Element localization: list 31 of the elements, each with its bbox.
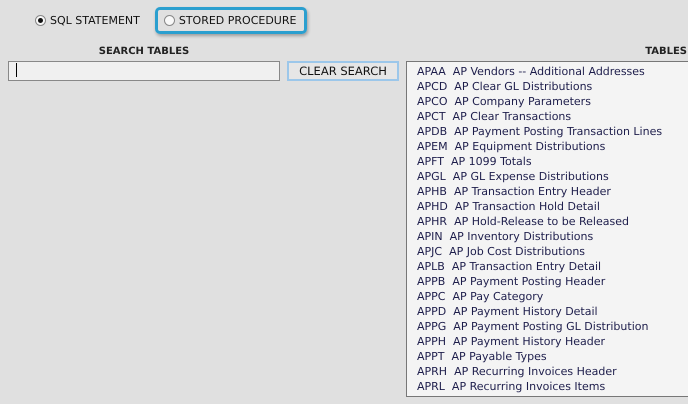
table-list-item[interactable]: APPD AP Payment History Detail — [417, 304, 688, 319]
table-list-item[interactable]: APPB AP Payment Posting Header — [417, 274, 688, 289]
table-list-item[interactable]: APPT AP Payable Types — [417, 349, 688, 364]
table-list-item[interactable]: APIN AP Inventory Distributions — [417, 229, 688, 244]
highlighted-radio-option[interactable]: STORED PROCEDURE — [154, 6, 308, 34]
radio-option[interactable]: SQL STATEMENT — [26, 6, 151, 34]
table-list-item[interactable]: APPH AP Payment History Header — [417, 334, 688, 349]
search-tables-heading: SEARCH TABLES — [98, 46, 190, 57]
clear-search-button[interactable]: CLEAR SEARCH — [287, 60, 399, 80]
table-list-item[interactable]: APJC AP Job Cost Distributions — [417, 244, 688, 259]
table-list-item[interactable]: APPG AP Payment Posting GL Distribution — [417, 319, 688, 334]
table-list-item[interactable]: APDB AP Payment Posting Transaction Lines — [417, 124, 688, 139]
table-list-item[interactable]: APCO AP Company Parameters — [417, 94, 688, 109]
table-list-item[interactable]: APEM AP Equipment Distributions — [417, 139, 688, 154]
table-list-item[interactable]: APHR AP Hold-Release to be Released — [417, 214, 688, 229]
radio-dot-icon[interactable] — [164, 14, 175, 26]
table-list-item[interactable]: APLB AP Transaction Entry Detail — [417, 259, 688, 274]
table-list-item[interactable]: APHB AP Transaction Entry Header — [417, 184, 688, 199]
table-list-item[interactable]: APCT AP Clear Transactions — [417, 109, 688, 124]
text-cursor-icon — [16, 63, 17, 77]
radio-dot-icon[interactable] — [35, 14, 46, 26]
search-field[interactable] — [8, 61, 280, 81]
table-list-item[interactable]: APPC AP Pay Category — [417, 289, 688, 304]
table-list-item[interactable]: APFT AP 1099 Totals — [417, 154, 688, 169]
table-list-item[interactable]: APRH AP Recurring Invoices Header — [417, 364, 688, 379]
table-list-item[interactable]: APHD AP Transaction Hold Detail — [417, 199, 688, 214]
table-list-item[interactable]: APCD AP Clear GL Distributions — [417, 79, 688, 94]
table-list-item[interactable]: APRL AP Recurring Invoices Items — [417, 379, 688, 394]
table-list-item[interactable]: APGL AP GL Expense Distributions — [417, 169, 688, 184]
tables-heading: TABLES — [644, 46, 687, 57]
table-list-item[interactable]: APAA AP Vendors -- Additional Addresses — [417, 64, 688, 79]
